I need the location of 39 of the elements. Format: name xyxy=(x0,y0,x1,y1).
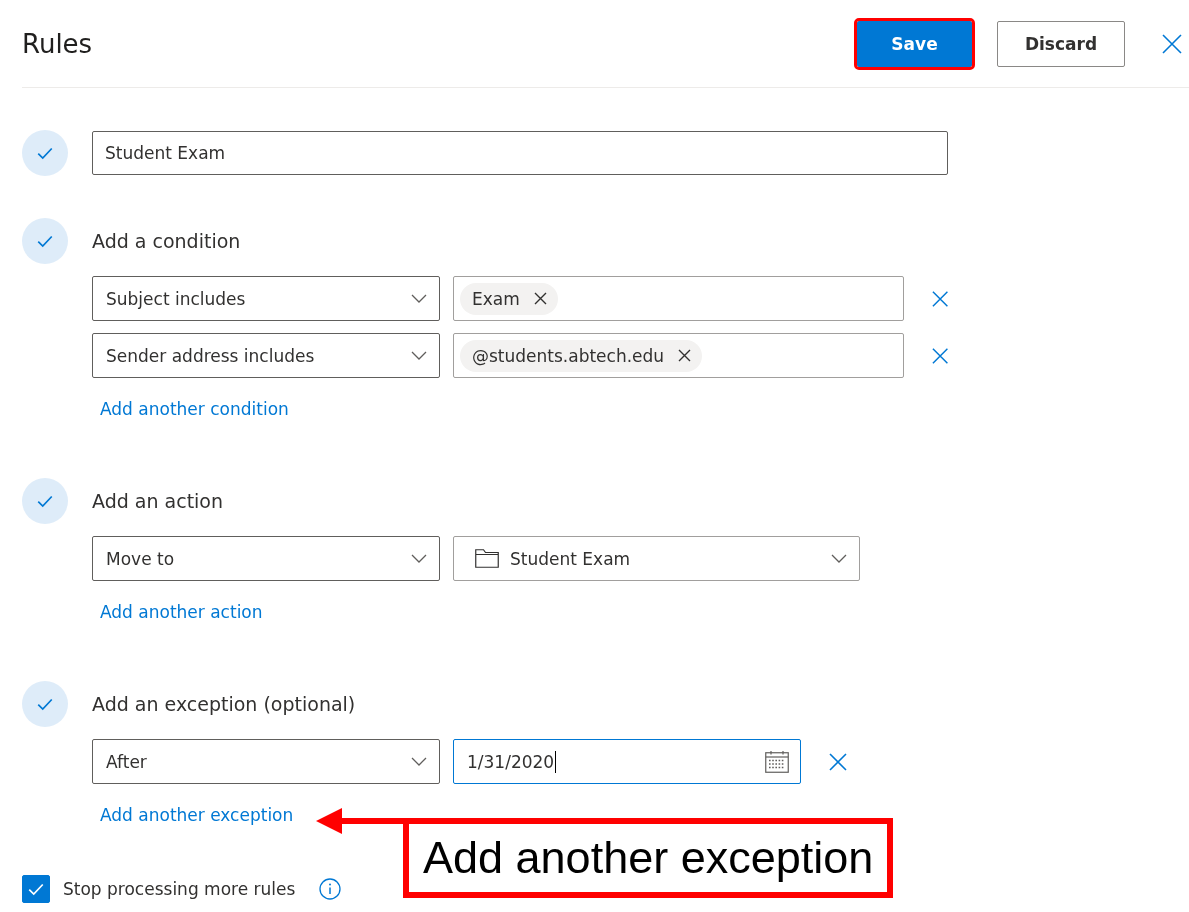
close-icon[interactable] xyxy=(533,292,547,305)
section-heading: Add an action xyxy=(92,489,224,513)
condition-dropdown[interactable]: Move to xyxy=(92,536,440,581)
tag-chip[interactable]: @students.abtech.edu xyxy=(460,339,703,372)
checkbox-label: Stop processing more rules xyxy=(63,879,296,899)
left-arrow-icon xyxy=(316,808,406,834)
text-cursor-icon xyxy=(555,750,557,773)
check-circle-icon xyxy=(22,478,68,524)
chevron-down-icon xyxy=(831,554,847,563)
calendar-icon[interactable] xyxy=(765,750,789,773)
add-link[interactable]: Add another condition xyxy=(100,399,289,419)
discard-button[interactable]: Discard xyxy=(997,20,1125,67)
tag-chip[interactable]: Exam xyxy=(460,282,558,315)
chevron-down-icon xyxy=(411,351,427,360)
condition-dropdown[interactable]: After xyxy=(92,739,440,784)
tag-input-field[interactable]: Exam xyxy=(453,276,904,321)
rule-name-input-field[interactable]: Student Exam xyxy=(92,131,948,175)
add-link[interactable]: Add another exception xyxy=(100,805,294,825)
folder-icon xyxy=(475,549,499,568)
date-input-field[interactable]: 1/31/2020 xyxy=(453,739,801,784)
chevron-down-icon xyxy=(411,554,427,563)
chevron-down-icon xyxy=(411,294,427,303)
chevron-down-icon xyxy=(411,757,427,766)
section-heading: Add an exception (optional) xyxy=(92,692,356,716)
condition-dropdown[interactable]: Subject includes xyxy=(92,276,440,321)
check-circle-icon xyxy=(22,218,68,264)
folder-dropdown[interactable]: Student Exam xyxy=(453,536,860,581)
page-title: Rules xyxy=(22,27,93,61)
close-icon[interactable] xyxy=(678,349,692,362)
section-heading: Add a condition xyxy=(92,229,241,253)
checkbox[interactable] xyxy=(22,875,50,903)
condition-dropdown[interactable]: Sender address includes xyxy=(92,333,440,378)
check-circle-icon xyxy=(22,130,68,176)
add-link[interactable]: Add another action xyxy=(100,602,263,622)
save-button[interactable]: Save xyxy=(857,20,972,67)
callout-label: Add another exception xyxy=(403,818,894,898)
check-circle-icon xyxy=(22,681,68,727)
info-icon[interactable] xyxy=(319,878,342,900)
tag-input-field[interactable]: @students.abtech.edu xyxy=(453,333,904,378)
